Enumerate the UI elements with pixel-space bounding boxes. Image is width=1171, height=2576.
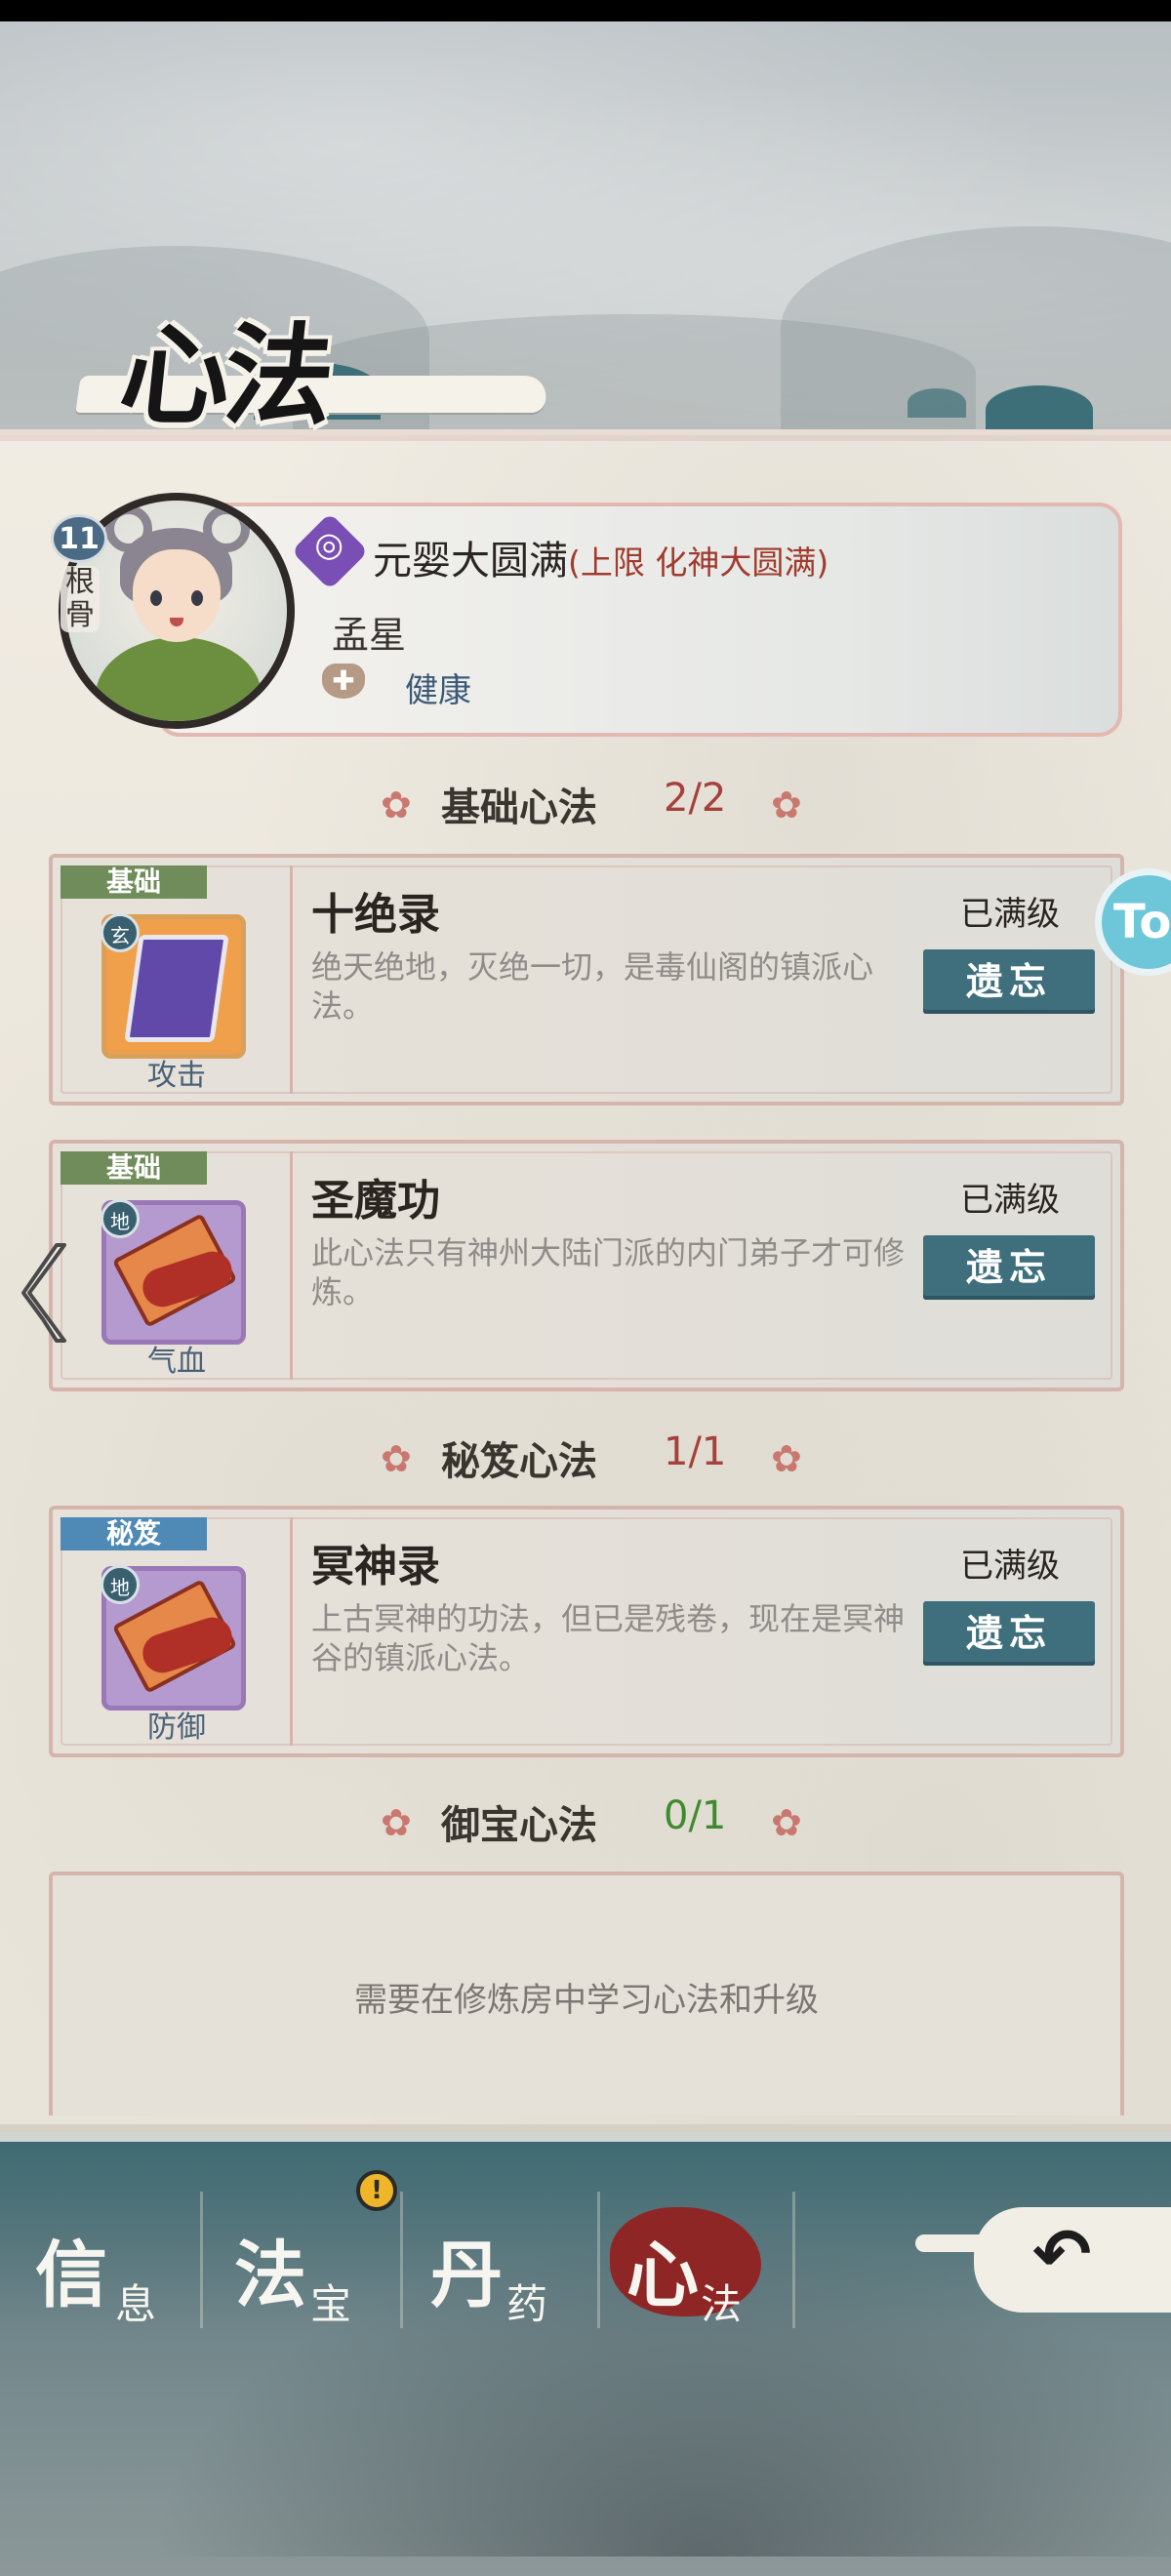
level-badge: 11 (51, 514, 107, 563)
bottom-nav: 信 息 法 宝 丹 药 心 法 (0, 2182, 800, 2338)
health-icon: ✚ (322, 664, 365, 699)
skill-card[interactable]: 基础 地 气血 圣魔功 此心法只有神州大陆门派的内门弟子才可修炼。 已满级 遗忘 (49, 1140, 1124, 1391)
flower-icon: ✿ (771, 784, 802, 826)
character-name: 孟星 (332, 614, 407, 657)
section-label: 御宝心法 (441, 1803, 597, 1848)
section-count: 2/2 (664, 776, 727, 821)
skill-type: 防御 (147, 1711, 206, 1745)
section-header-secret: ✿ 秘笈心法 1/1 ✿ (0, 1429, 1171, 1488)
alert-icon: ! (356, 2170, 397, 2211)
skill-icon-box: 基础 地 气血 (61, 1151, 293, 1380)
skill-description: 绝天绝地，灭绝一切，是毒仙阁的镇派心法。 (311, 948, 874, 1025)
flower-icon: ✿ (381, 1437, 412, 1480)
realm-name: 元婴大圆满 (373, 539, 568, 584)
tab-heart-method[interactable]: 心 法 (605, 2182, 800, 2338)
flower-icon: ✿ (381, 784, 412, 826)
realm-text: 元婴大圆满(上限 化神大圆满) (373, 529, 828, 585)
empty-skill-slot[interactable]: 需要在修炼房中学习心法和升级 (49, 1872, 1124, 2115)
flower-icon: ✿ (771, 1437, 802, 1480)
tab-separator (597, 2192, 600, 2328)
grade-badge: 地 (101, 1199, 140, 1238)
skill-status: 已满级 (960, 895, 1060, 934)
skill-status: 已满级 (960, 1547, 1060, 1586)
skill-card[interactable]: 基础 玄 攻击 十绝录 绝天绝地，灭绝一切，是毒仙阁的镇派心法。 已满级 遗忘 (49, 854, 1124, 1106)
section-label: 基础心法 (441, 785, 597, 830)
purple-book-icon: 玄 (101, 913, 246, 1059)
section-count: 1/1 (664, 1429, 727, 1474)
skill-description: 此心法只有神州大陆门派的内门弟子才可修炼。 (311, 1234, 906, 1310)
empty-slot-hint: 需要在修炼房中学习心法和升级 (354, 1981, 819, 2020)
skill-name: 冥神录 (311, 1542, 440, 1591)
skill-type: 气血 (147, 1345, 206, 1379)
chevron-left-icon[interactable] (20, 1239, 76, 1347)
tab-info-small: 息 (115, 2280, 157, 2328)
section-count: 0/1 (664, 1793, 727, 1838)
grade-badge: 地 (101, 1565, 140, 1604)
tab-treasure-big: 法 (234, 2234, 306, 2317)
flower-icon: ✿ (381, 1801, 412, 1844)
forget-button[interactable]: 遗忘 (923, 949, 1095, 1014)
page-title: 心法 (114, 312, 335, 440)
tab-pills[interactable]: 丹 药 (405, 2182, 600, 2338)
section-header-basic: ✿ 基础心法 2/2 ✿ (0, 776, 1171, 834)
page-title-banner: 心法 (68, 293, 549, 440)
tab-separator (200, 2192, 203, 2328)
tab-separator (792, 2192, 795, 2328)
skill-status: 已满级 (960, 1181, 1060, 1220)
skill-tag: 基础 (61, 865, 207, 899)
cloud-ornament-right (986, 385, 1093, 434)
forget-button[interactable]: 遗忘 (923, 1601, 1095, 1666)
tab-heart-method-small: 法 (701, 2280, 743, 2328)
skill-icon-box: 秘笈 地 防御 (61, 1517, 293, 1746)
scroll-icon: 地 (101, 1565, 246, 1711)
tab-heart-method-big: 心 (626, 2234, 699, 2317)
section-label: 秘笈心法 (441, 1439, 597, 1484)
skill-tag: 秘笈 (61, 1517, 207, 1550)
status-bar (0, 0, 1171, 21)
scroll-icon: 地 (101, 1199, 246, 1345)
tab-info[interactable]: 信 息 (0, 2182, 195, 2338)
flower-icon: ✿ (771, 1801, 802, 1844)
skill-type: 攻击 (147, 1059, 206, 1093)
tab-pills-big: 丹 (430, 2234, 503, 2317)
forget-button[interactable]: 遗忘 (923, 1235, 1095, 1300)
skill-description: 上古冥神的功法，但已是残卷，现在是冥神谷的镇派心法。 (311, 1600, 906, 1676)
health-status: 健康 (405, 671, 471, 710)
tab-pills-small: 药 (506, 2280, 548, 2328)
section-header-treasure: ✿ 御宝心法 0/1 ✿ (0, 1793, 1171, 1852)
tab-treasure-small: 宝 (310, 2280, 352, 2328)
skill-name: 圣魔功 (311, 1176, 440, 1226)
realm-cap: (上限 化神大圆满) (568, 543, 829, 582)
skill-icon-box: 基础 玄 攻击 (61, 865, 293, 1094)
skill-tag: 基础 (61, 1151, 207, 1185)
skill-card[interactable]: 秘笈 地 防御 冥神录 上古冥神的功法，但已是残卷，现在是冥神谷的镇派心法。 已… (49, 1506, 1124, 1757)
tab-info-big: 信 (35, 2234, 107, 2317)
cloud-ornament-small (908, 388, 966, 418)
grade-badge: 玄 (101, 913, 140, 952)
tab-separator (400, 2192, 403, 2328)
rootbone-label: 根骨 (61, 566, 100, 632)
skill-name: 十绝录 (311, 890, 440, 940)
return-button[interactable]: ↶ (915, 2207, 1171, 2313)
return-icon: ↶ (1032, 2213, 1092, 2295)
